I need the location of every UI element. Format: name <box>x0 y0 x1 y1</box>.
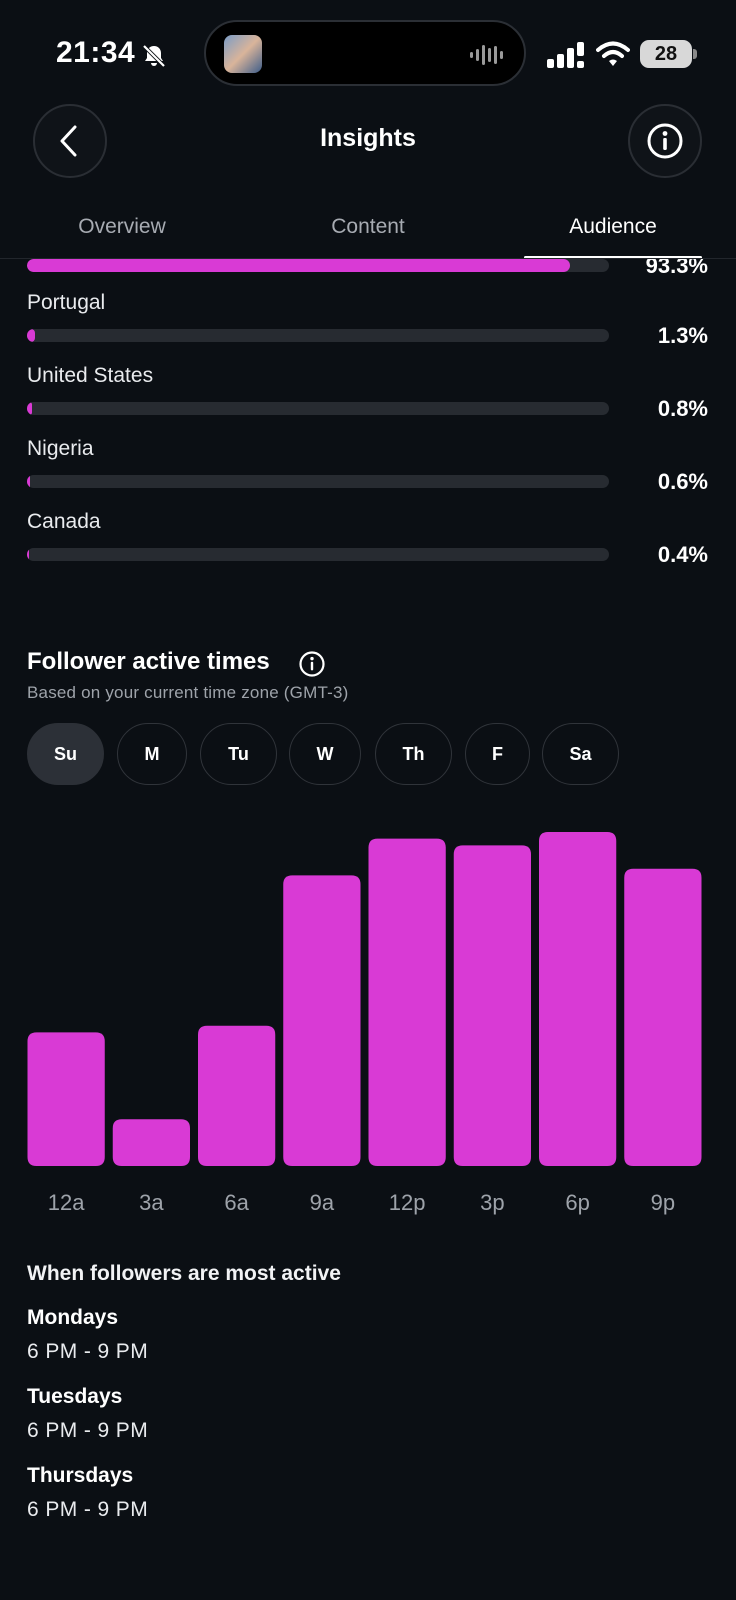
most-active-day: Mondays <box>27 1306 119 1329</box>
day-selector: Su M Tu W Th F Sa <box>0 723 736 787</box>
country-percent: 0.8% <box>657 396 708 421</box>
day-pill-sa[interactable]: Sa <box>542 723 619 785</box>
battery-indicator: 28 <box>640 40 692 68</box>
most-active-title: When followers are most active <box>27 1262 341 1285</box>
day-pill-w[interactable]: W <box>289 723 361 785</box>
chart-x-label: 9a <box>310 1190 335 1215</box>
battery-cap <box>693 49 697 59</box>
country-name: United States <box>27 364 154 387</box>
wifi-icon <box>596 41 630 66</box>
most-active-item: Thursdays 6 PM - 9 PM <box>27 1464 707 1543</box>
country-name: Canada <box>27 510 101 533</box>
country-bar-track <box>27 475 609 488</box>
chart-bar-12a[interactable] <box>27 1032 105 1166</box>
now-playing-thumbnail <box>224 35 262 73</box>
country-bar-fill <box>27 548 30 561</box>
info-icon[interactable] <box>298 650 326 678</box>
status-bar: 21:34 28 <box>0 0 736 100</box>
page-title: Insights <box>320 124 416 152</box>
country-bar-track <box>27 548 609 561</box>
insights-tabs: Overview Content Audience <box>0 205 736 261</box>
chart-x-label: 3a <box>139 1190 164 1215</box>
chart-x-label: 9p <box>651 1190 675 1215</box>
insights-screen: 21:34 28 Insights Overview Content Audie… <box>0 0 736 1600</box>
country-bar-track <box>27 259 609 272</box>
country-name: Portugal <box>27 291 106 314</box>
chart-x-label: 12a <box>48 1190 85 1215</box>
bell-slash-icon <box>142 44 166 68</box>
country-bar-track <box>27 329 609 342</box>
active-times-chart-svg: 12a 3a 6a 9a 12p 3p 6p 9p <box>27 832 702 1215</box>
most-active-item: Mondays 6 PM - 9 PM <box>27 1306 707 1385</box>
country-bar-fill <box>27 475 31 488</box>
country-percent: 0.6% <box>657 469 708 494</box>
day-pill-f[interactable]: F <box>465 723 530 785</box>
chart-bar-6p[interactable] <box>539 832 617 1166</box>
tab-audience[interactable]: Audience <box>523 215 703 239</box>
dynamic-island[interactable] <box>204 20 526 86</box>
chart-bar-3a[interactable] <box>112 1119 190 1166</box>
status-time: 21:34 <box>56 36 136 69</box>
most-active-item: Tuesdays 6 PM - 9 PM <box>27 1385 707 1464</box>
chart-x-label: 12p <box>389 1190 426 1215</box>
top-countries-list: 93.3% Portugal 1.3% United States 0.8% N… <box>0 259 736 579</box>
country-percent: 0.4% <box>657 542 708 567</box>
day-pill-m[interactable]: M <box>117 723 187 785</box>
day-pill-su[interactable]: Su <box>27 723 104 785</box>
chart-x-label: 6p <box>565 1190 589 1215</box>
country-percent: 1.3% <box>657 323 708 348</box>
section-title: Follower active times <box>27 648 270 675</box>
most-active-range: 6 PM - 9 PM <box>27 1419 149 1442</box>
signal-icon <box>547 42 584 68</box>
chart-bar-12p[interactable] <box>368 838 446 1166</box>
audio-wave-icon <box>470 45 503 65</box>
chart-bar-9a[interactable] <box>283 875 361 1166</box>
most-active-list: Mondays 6 PM - 9 PM Tuesdays 6 PM - 9 PM… <box>27 1306 707 1543</box>
info-button[interactable] <box>628 104 702 178</box>
most-active-range: 6 PM - 9 PM <box>27 1498 149 1521</box>
section-subtitle: Based on your current time zone (GMT-3) <box>27 683 349 702</box>
active-times-chart: 12a 3a 6a 9a 12p 3p 6p 9p <box>0 800 736 1220</box>
country-bar-fill <box>27 259 570 272</box>
day-pill-th[interactable]: Th <box>375 723 452 785</box>
info-icon <box>647 123 683 159</box>
most-active-day: Tuesdays <box>27 1385 123 1408</box>
most-active-range: 6 PM - 9 PM <box>27 1340 149 1363</box>
country-bar-fill <box>27 402 32 415</box>
country-bar-track <box>27 402 609 415</box>
country-percent: 93.3% <box>645 259 708 278</box>
country-bar-fill <box>27 329 35 342</box>
chart-x-label: 3p <box>480 1190 504 1215</box>
tab-overview[interactable]: Overview <box>32 215 212 239</box>
tab-content[interactable]: Content <box>278 215 458 239</box>
chart-x-label: 6a <box>224 1190 249 1215</box>
day-pill-tu[interactable]: Tu <box>200 723 277 785</box>
chart-bar-9p[interactable] <box>624 868 702 1166</box>
country-name: Nigeria <box>27 437 94 460</box>
chart-bar-3p[interactable] <box>453 845 531 1166</box>
chart-bar-6a[interactable] <box>198 1025 276 1166</box>
most-active-day: Thursdays <box>27 1464 134 1487</box>
